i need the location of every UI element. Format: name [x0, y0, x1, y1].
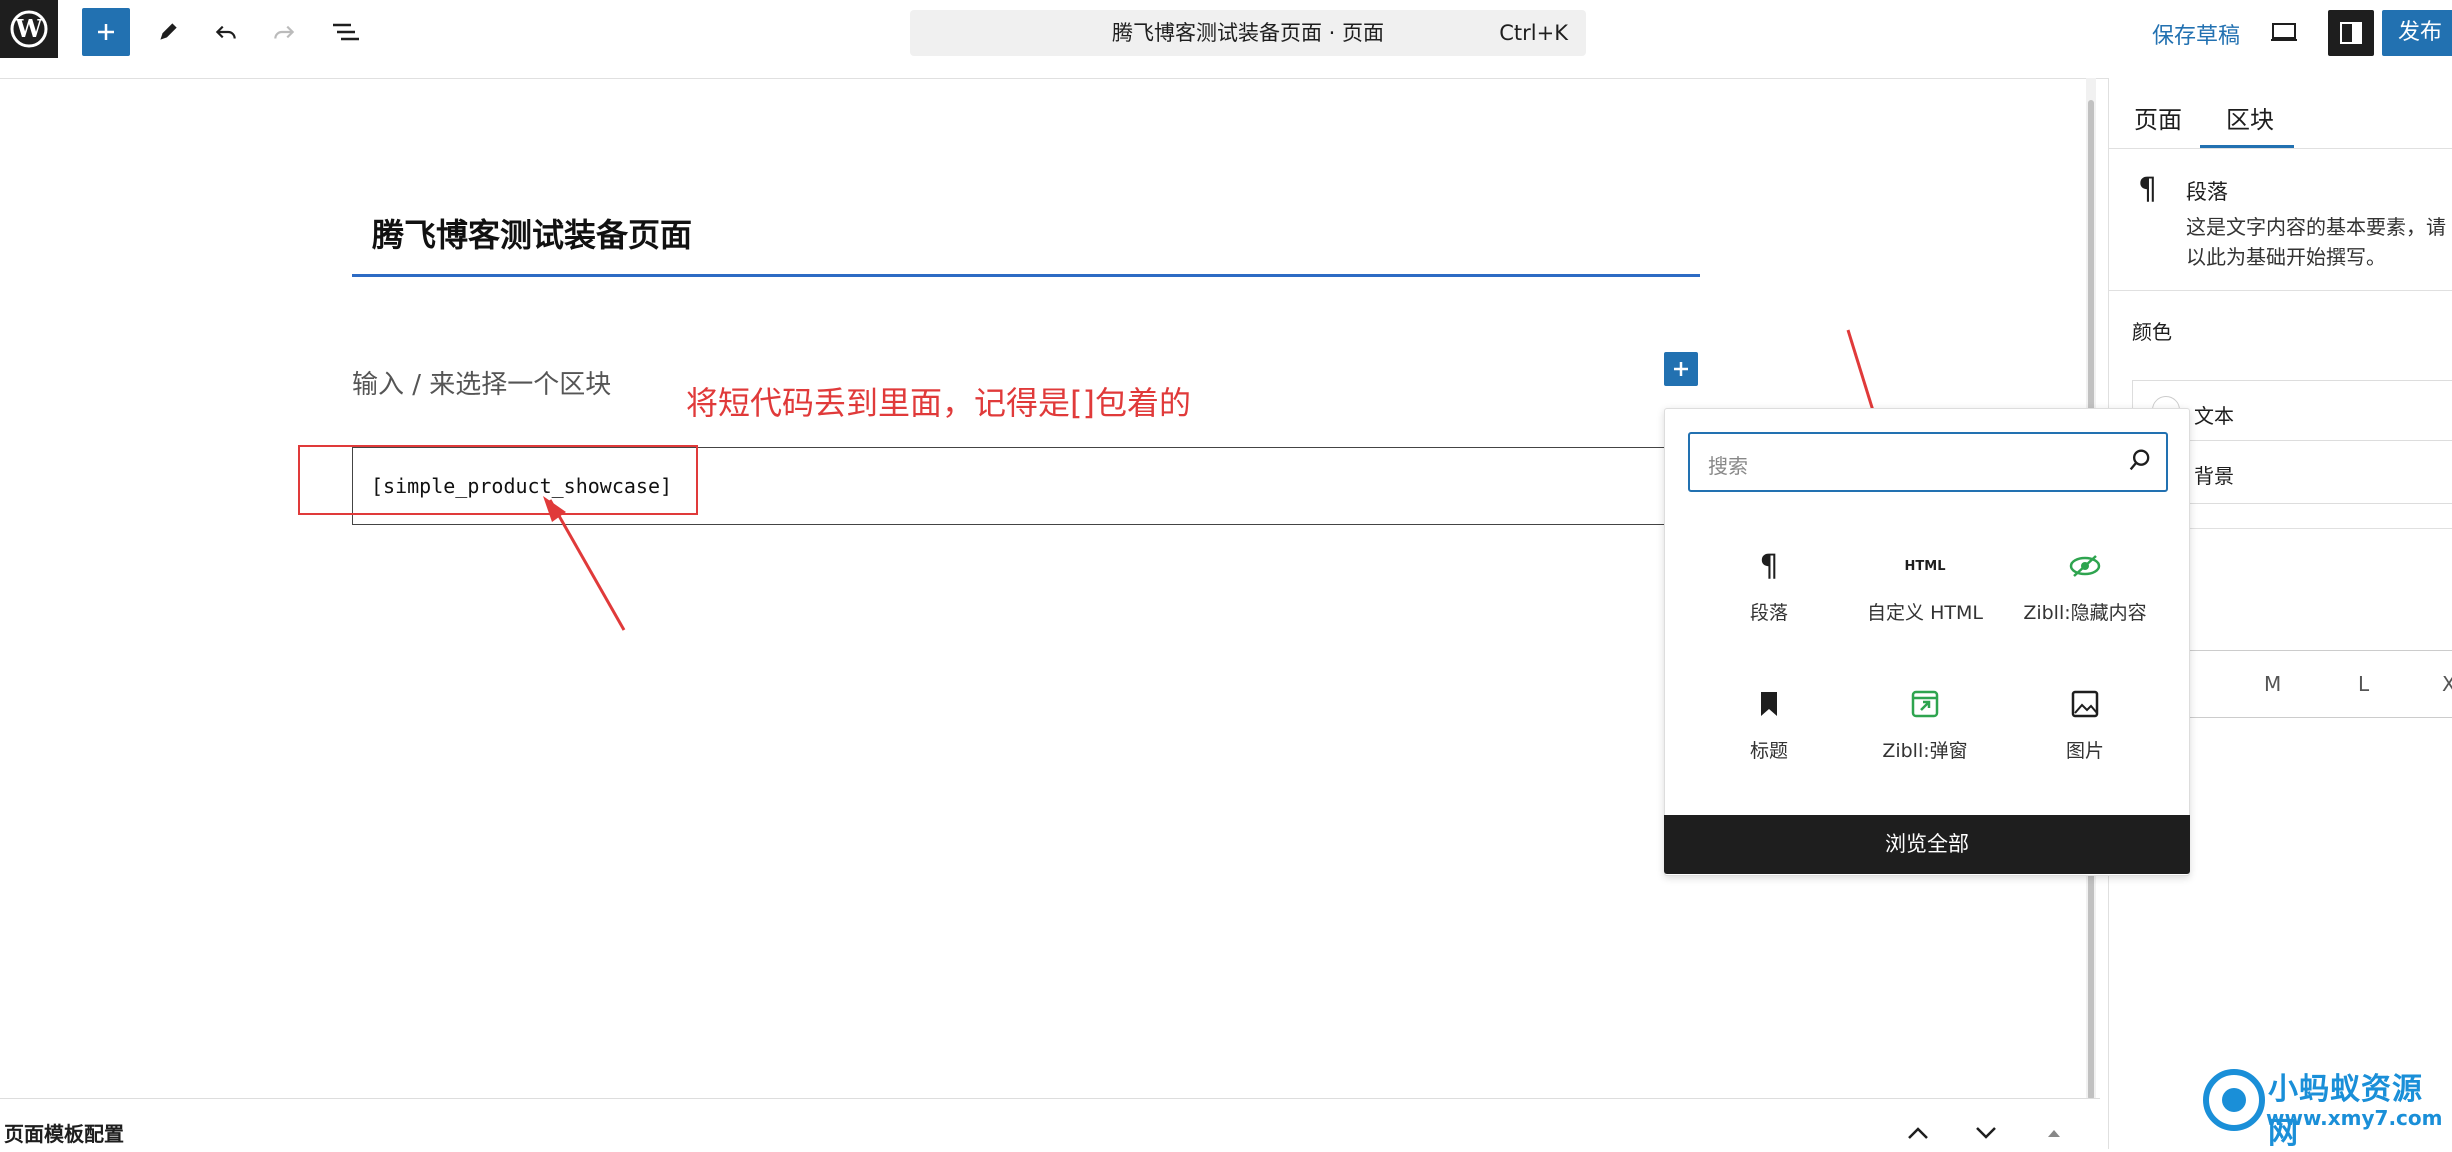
browse-all-button[interactable]: 浏览全部 [1664, 815, 2190, 874]
popup-icon [1845, 684, 2005, 724]
block-item-custom-html[interactable]: HTML 自定义 HTML [1845, 546, 2005, 625]
collapse-triangle-icon[interactable] [2036, 1118, 2072, 1148]
size-option-m[interactable]: M [2264, 672, 2281, 696]
block-card-title: 段落 [2186, 180, 2228, 204]
search-placeholder: 搜索 [1708, 454, 1748, 478]
block-label: Zibll:弹窗 [1882, 740, 1968, 762]
color-panel-title: 颜色 [2132, 320, 2172, 344]
size-option-l[interactable]: L [2358, 672, 2369, 696]
block-label: 段落 [1749, 602, 1788, 624]
tab-block[interactable]: 区块 [2226, 100, 2274, 135]
watermark-logo: 小蚂蚁资源网 www.xmy7.com [2200, 1058, 2452, 1151]
eye-slash-icon [2005, 546, 2165, 586]
block-label: 自定义 HTML [1867, 602, 1983, 624]
block-card-description: 这是文字内容的基本要素，请以此为基础开始撰写。 [2186, 215, 2446, 269]
block-item-heading[interactable]: 标题 [1689, 684, 1849, 763]
chevron-up-icon[interactable] [1900, 1118, 1936, 1148]
active-tab-indicator [2200, 145, 2294, 148]
chevron-down-icon[interactable] [1968, 1118, 2004, 1148]
color-background-label[interactable]: 背景 [2194, 460, 2234, 489]
block-item-image[interactable]: 图片 [2005, 684, 2165, 763]
size-option-xl[interactable]: X [2442, 672, 2452, 696]
block-item-paragraph[interactable]: ¶ 段落 [1689, 546, 1849, 625]
panel-divider [2108, 290, 2452, 291]
arrow-head-shortcode [543, 496, 566, 522]
font-size-picker[interactable] [2180, 650, 2452, 718]
ant-logo-icon [2203, 1069, 2265, 1131]
arrow-to-shortcode [548, 499, 626, 631]
tabs-divider [2108, 148, 2452, 149]
block-search-input[interactable]: 搜索 [1688, 432, 2168, 492]
block-label: Zibll:隐藏内容 [2023, 602, 2147, 624]
watermark-url: www.xmy7.com [2266, 1106, 2443, 1130]
block-label: 图片 [2065, 740, 2104, 762]
html-icon: HTML [1904, 558, 1946, 574]
image-icon [2005, 684, 2165, 724]
meta-boxes-bar [0, 1098, 2100, 1150]
search-icon [2126, 446, 2154, 478]
block-item-zibll-hidden[interactable]: Zibll:隐藏内容 [2005, 546, 2165, 625]
block-label: 标题 [1749, 740, 1788, 762]
color-text-label[interactable]: 文本 [2194, 400, 2234, 429]
paragraph-icon: ¶ [2138, 172, 2158, 207]
bookmark-icon [1689, 684, 1849, 724]
page-template-config-label[interactable]: 页面模板配置 [4, 1118, 124, 1147]
block-item-zibll-popup[interactable]: Zibll:弹窗 [1845, 684, 2005, 763]
tab-page[interactable]: 页面 [2134, 100, 2182, 135]
paragraph-icon: ¶ [1759, 548, 1779, 584]
